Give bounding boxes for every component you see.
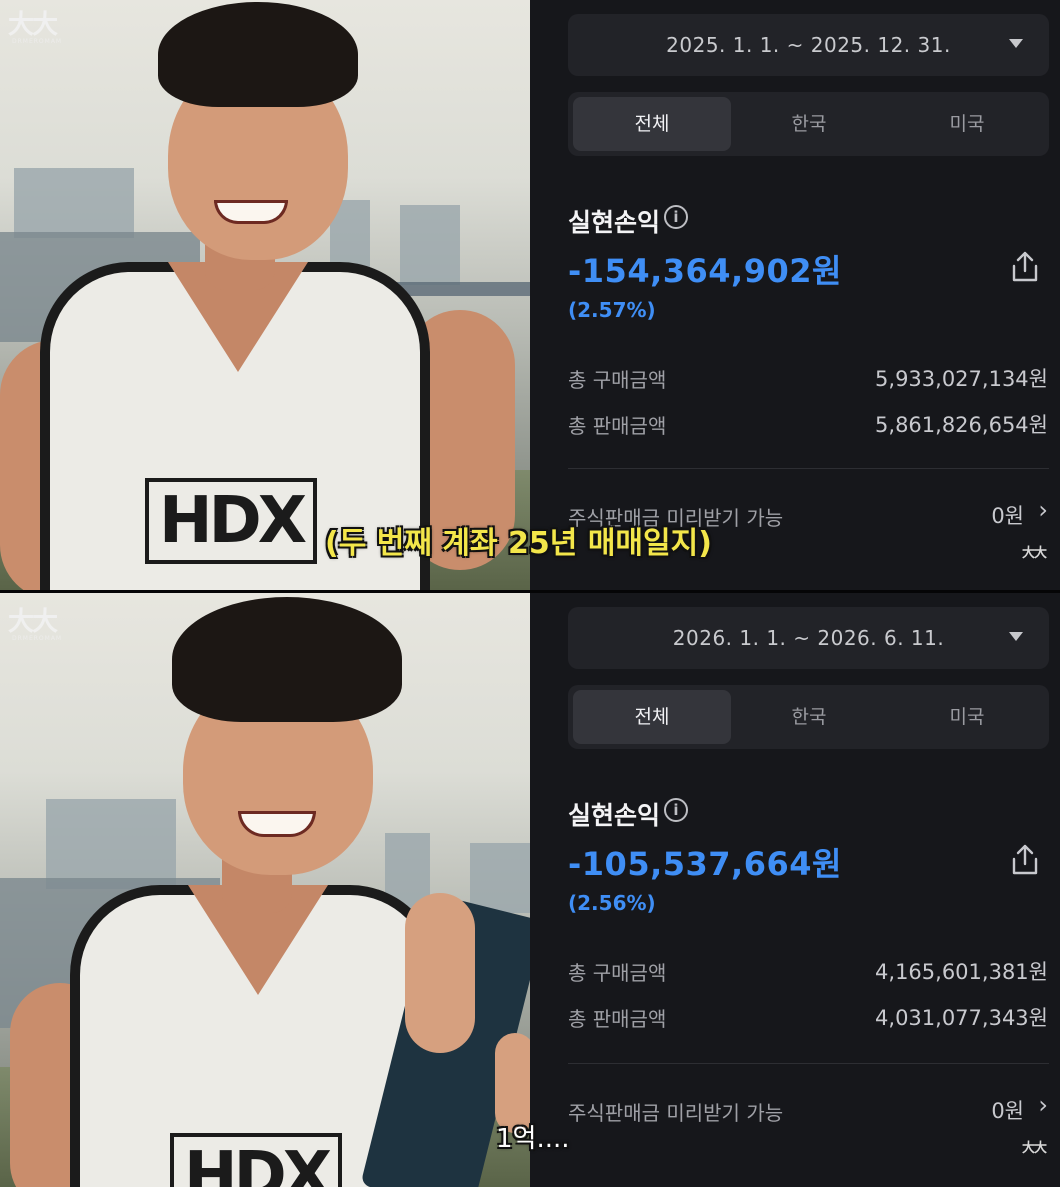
video-subtitle: 1억.... [496, 1124, 570, 1154]
info-icon[interactable]: i [664, 798, 688, 822]
dropdown-caret-icon [1009, 39, 1023, 48]
background-building [470, 843, 530, 913]
prepay-value: 0원 [991, 1099, 1024, 1123]
video-subtitle: (두 번째 계좌 25년 매매일지) [325, 526, 712, 561]
channel-watermark: 大大 [1021, 546, 1047, 561]
total-sell-label: 총 판매금액 [568, 414, 667, 438]
background-building [400, 205, 460, 285]
prepay-label[interactable]: 주식판매금 미리받기 가능 [568, 1097, 783, 1126]
date-range-text: 2025. 1. 1. ~ 2025. 12. 31. [666, 33, 951, 57]
video-frame-top: HDX 大大 DRMEROMAM 2025. 1. 1. ~ 2025. 12.… [0, 0, 1060, 590]
date-range-text: 2026. 1. 1. ~ 2026. 6. 11. [672, 626, 945, 650]
tab-usa[interactable]: 미국 [888, 690, 1046, 744]
background-building [46, 799, 176, 889]
tab-korea[interactable]: 한국 [730, 97, 888, 151]
info-icon[interactable]: i [664, 205, 688, 229]
section-divider [568, 1063, 1049, 1064]
realized-pl-title: 실현손익 [568, 208, 661, 237]
tab-all[interactable]: 전체 [573, 690, 731, 744]
market-tab-bar: 전체 한국 미국 [568, 685, 1049, 749]
share-icon[interactable] [1010, 843, 1040, 877]
photo-person-top: HDX 大大 DRMEROMAM [0, 0, 530, 590]
realized-pl-panel-top: 2025. 1. 1. ~ 2025. 12. 31. 전체 한국 미국 실현손… [530, 0, 1060, 590]
chevron-right-icon[interactable]: › [1038, 1091, 1048, 1119]
date-range-select[interactable]: 2025. 1. 1. ~ 2025. 12. 31. [568, 14, 1049, 76]
section-divider [568, 468, 1049, 469]
background-building [14, 168, 134, 238]
market-tab-bar: 전체 한국 미국 [568, 92, 1049, 156]
channel-logo-subtext: DRMEROMAM [12, 38, 63, 45]
prepay-value: 0원 [991, 504, 1024, 528]
video-frame-bottom: HDX 大大 DRMEROMAM 2026. 1. 1. ~ 2026. 6. … [0, 593, 1060, 1187]
date-range-select[interactable]: 2026. 1. 1. ~ 2026. 6. 11. [568, 607, 1049, 669]
realized-pl-title: 실현손익 [568, 801, 661, 830]
shirt-logo-text: HDX [170, 1133, 343, 1187]
total-buy-label: 총 구매금액 [568, 368, 667, 392]
channel-logo-subtext: DRMEROMAM [12, 635, 63, 642]
total-buy-value: 5,933,027,134원 [875, 367, 1048, 391]
person-hair [158, 2, 358, 107]
shirt-logo-text: HDX [145, 478, 318, 564]
realized-pl-panel-bottom: 2026. 1. 1. ~ 2026. 6. 11. 전체 한국 미국 실현손익… [530, 593, 1060, 1187]
realized-pl-amount: -105,537,664원 [568, 845, 842, 883]
person-hair [172, 597, 402, 722]
photo-person-bottom: HDX 大大 DRMEROMAM [0, 593, 530, 1187]
channel-watermark: 大大 [1021, 1141, 1047, 1156]
channel-logo: 大大 [8, 607, 58, 637]
total-sell-value: 4,031,077,343원 [875, 1006, 1048, 1030]
total-buy-label: 총 구매금액 [568, 961, 667, 985]
chevron-right-icon[interactable]: › [1038, 496, 1048, 524]
tab-usa[interactable]: 미국 [888, 97, 1046, 151]
realized-pl-percent: (2.56%) [568, 891, 656, 915]
tab-all[interactable]: 전체 [573, 97, 731, 151]
dropdown-caret-icon [1009, 632, 1023, 641]
total-buy-value: 4,165,601,381원 [875, 960, 1048, 984]
realized-pl-amount: -154,364,902원 [568, 252, 842, 290]
share-icon[interactable] [1010, 250, 1040, 284]
tab-korea[interactable]: 한국 [730, 690, 888, 744]
person-hand [405, 893, 475, 1053]
channel-logo: 大大 [8, 10, 58, 40]
realized-pl-percent: (2.57%) [568, 298, 656, 322]
total-sell-label: 총 판매금액 [568, 1007, 667, 1031]
total-sell-value: 5,861,826,654원 [875, 413, 1048, 437]
